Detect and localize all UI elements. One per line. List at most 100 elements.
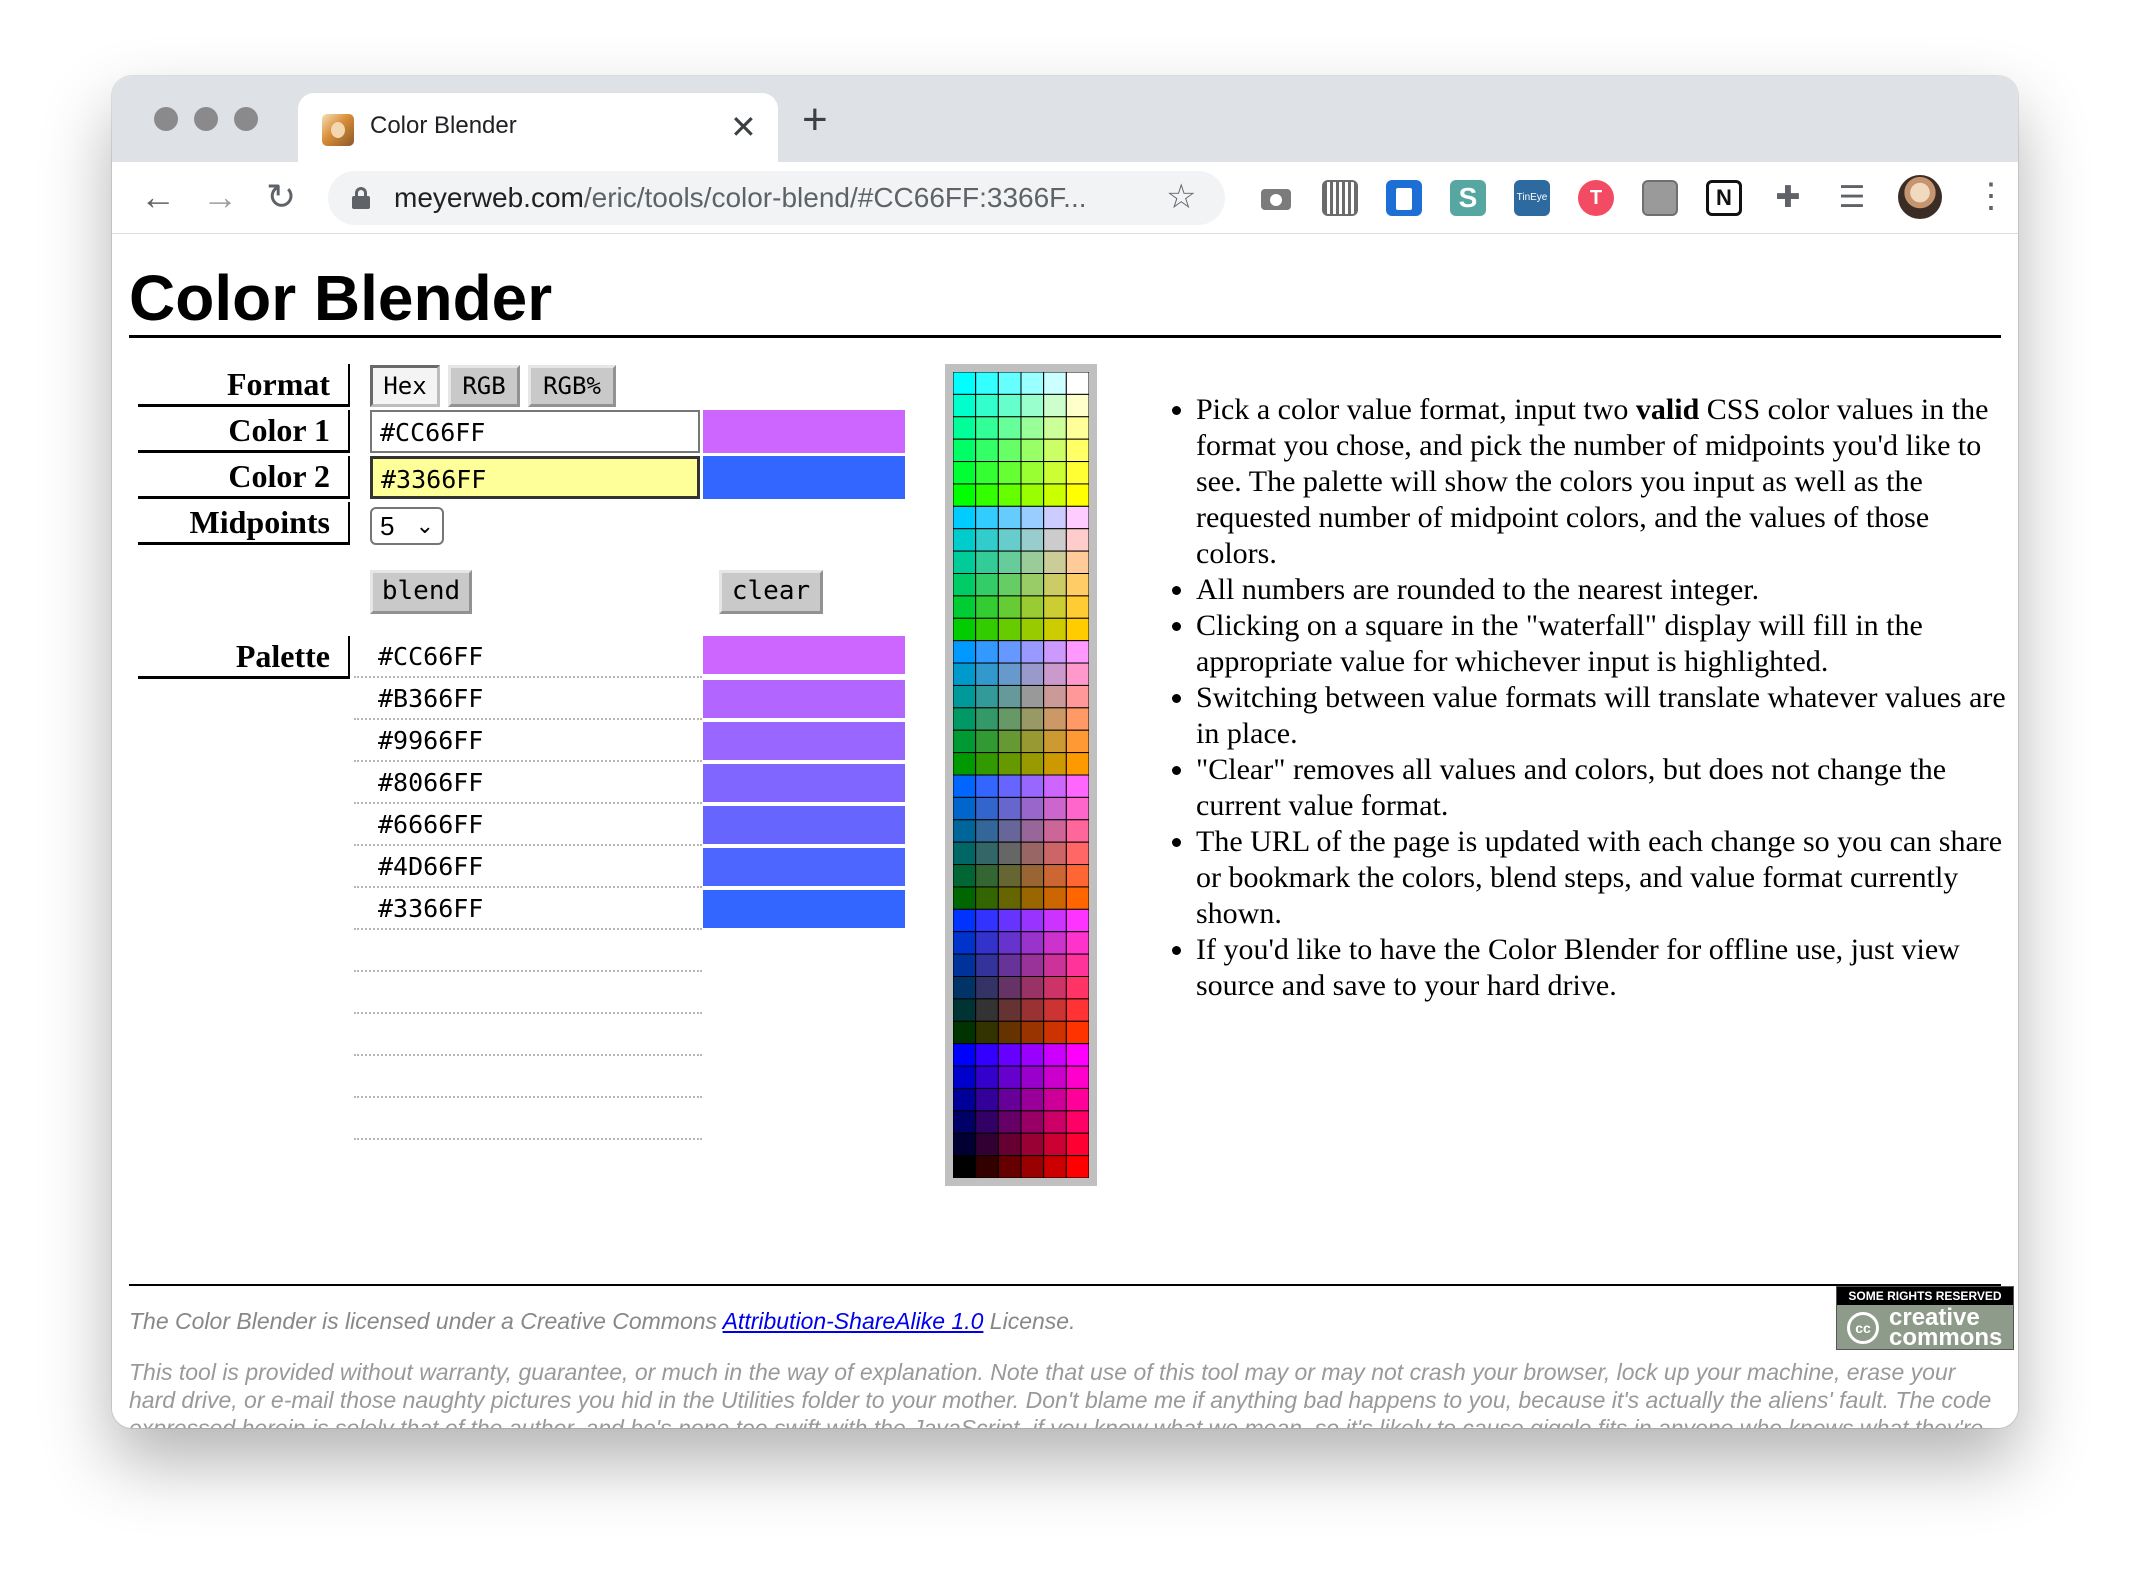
waterfall-swatch[interactable] — [1043, 819, 1067, 843]
waterfall-swatch[interactable] — [1020, 505, 1045, 530]
waterfall-swatch[interactable] — [1065, 931, 1089, 955]
waterfall-swatch[interactable] — [997, 1132, 1022, 1157]
waterfall-swatch[interactable] — [1020, 774, 1045, 798]
waterfall-swatch[interactable] — [1043, 1155, 1067, 1178]
waterfall-grid[interactable] — [953, 372, 1089, 1178]
waterfall-swatch[interactable] — [1065, 1132, 1089, 1157]
waterfall-swatch[interactable] — [1065, 550, 1089, 574]
waterfall-swatch[interactable] — [953, 1087, 977, 1112]
waterfall-swatch[interactable] — [1065, 1020, 1089, 1045]
clear-button[interactable]: clear — [719, 570, 823, 614]
waterfall-swatch[interactable] — [1065, 528, 1089, 552]
waterfall-swatch[interactable] — [1043, 684, 1067, 709]
waterfall-swatch[interactable] — [975, 752, 999, 776]
waterfall-swatch[interactable] — [953, 684, 977, 709]
menu-dots-icon[interactable]: ⋮ — [1974, 174, 2008, 218]
waterfall-swatch[interactable] — [997, 729, 1022, 754]
waterfall-swatch[interactable] — [1020, 976, 1045, 1000]
waterfall-swatch[interactable] — [1020, 998, 1045, 1022]
waterfall-swatch[interactable] — [1043, 864, 1067, 888]
waterfall-swatch[interactable] — [1043, 953, 1067, 977]
waterfall-swatch[interactable] — [975, 438, 999, 463]
waterfall-swatch[interactable] — [1043, 1020, 1067, 1045]
waterfall-swatch[interactable] — [997, 662, 1022, 686]
waterfall-swatch[interactable] — [975, 393, 999, 418]
notion-icon[interactable]: N — [1706, 180, 1742, 216]
waterfall-swatch[interactable] — [1020, 573, 1045, 597]
waterfall-swatch[interactable] — [997, 931, 1022, 955]
waterfall-swatch[interactable] — [1065, 1043, 1089, 1067]
s-extension-icon[interactable]: S — [1450, 180, 1486, 216]
waterfall-swatch[interactable] — [975, 1020, 999, 1045]
media-queue-icon[interactable]: ☰ — [1834, 180, 1870, 216]
waterfall-swatch[interactable] — [975, 1087, 999, 1112]
blend-button[interactable]: blend — [370, 570, 472, 614]
waterfall-swatch[interactable] — [997, 595, 1022, 619]
waterfall-swatch[interactable] — [1020, 953, 1045, 977]
creative-commons-badge[interactable]: SOME RIGHTS RESERVED cc creative commons — [1836, 1286, 2014, 1350]
waterfall-swatch[interactable] — [1065, 505, 1089, 530]
waterfall-swatch[interactable] — [1020, 1155, 1045, 1178]
tab-color-blender[interactable]: Color Blender ✕ — [298, 93, 778, 163]
waterfall-swatch[interactable] — [1043, 1065, 1067, 1089]
url-text[interactable]: meyerweb.com/eric/tools/color-blend/#CC6… — [394, 182, 1087, 214]
waterfall-swatch[interactable] — [1020, 662, 1045, 686]
waterfall-swatch[interactable] — [1043, 393, 1067, 418]
waterfall-swatch[interactable] — [1043, 1132, 1067, 1157]
tineye-icon[interactable]: TinEye — [1514, 180, 1550, 216]
waterfall-swatch[interactable] — [997, 908, 1022, 933]
waterfall-swatch[interactable] — [1020, 707, 1045, 731]
reload-button[interactable]: ↻ — [266, 170, 296, 224]
waterfall-swatch[interactable] — [953, 864, 977, 888]
waterfall-swatch[interactable] — [975, 1043, 999, 1067]
waterfall-swatch[interactable] — [997, 1043, 1022, 1067]
waterfall-swatch[interactable] — [953, 372, 977, 395]
waterfall-swatch[interactable] — [997, 953, 1022, 977]
waterfall-swatch[interactable] — [975, 617, 999, 642]
waterfall-swatch[interactable] — [1043, 573, 1067, 597]
waterfall-swatch[interactable] — [1043, 998, 1067, 1022]
waterfall-swatch[interactable] — [1043, 1043, 1067, 1067]
waterfall-swatch[interactable] — [1043, 617, 1067, 642]
trello-icon[interactable] — [1386, 180, 1422, 216]
waterfall-swatch[interactable] — [1065, 617, 1089, 642]
waterfall-swatch[interactable] — [1043, 976, 1067, 1000]
waterfall-swatch[interactable] — [953, 550, 977, 574]
waterfall-swatch[interactable] — [1043, 774, 1067, 798]
waterfall-swatch[interactable] — [953, 1065, 977, 1089]
waterfall-swatch[interactable] — [1065, 707, 1089, 731]
waterfall-swatch[interactable] — [975, 729, 999, 754]
waterfall-swatch[interactable] — [1043, 550, 1067, 574]
waterfall-swatch[interactable] — [1020, 393, 1045, 418]
profile-avatar[interactable] — [1898, 175, 1942, 219]
waterfall-swatch[interactable] — [1065, 662, 1089, 686]
waterfall-swatch[interactable] — [975, 819, 999, 843]
waterfall-swatch[interactable] — [997, 819, 1022, 843]
waterfall-swatch[interactable] — [953, 595, 977, 619]
waterfall-swatch[interactable] — [1065, 1087, 1089, 1112]
new-tab-button[interactable]: + — [802, 96, 828, 144]
waterfall-swatch[interactable] — [1065, 461, 1089, 485]
waterfall-swatch[interactable] — [1020, 819, 1045, 843]
waterfall-swatch[interactable] — [1043, 707, 1067, 731]
waterfall-swatch[interactable] — [1065, 774, 1089, 798]
waterfall-swatch[interactable] — [975, 684, 999, 709]
red-extension-icon[interactable]: T — [1578, 180, 1614, 216]
waterfall-swatch[interactable] — [997, 707, 1022, 731]
color1-input[interactable]: #CC66FF — [370, 410, 700, 453]
waterfall-swatch[interactable] — [975, 1155, 999, 1178]
waterfall-swatch[interactable] — [975, 774, 999, 798]
barcode-icon[interactable] — [1322, 180, 1358, 216]
waterfall-swatch[interactable] — [975, 976, 999, 1000]
color2-input[interactable]: #3366FF — [370, 456, 700, 499]
waterfall-swatch[interactable] — [1020, 416, 1045, 440]
waterfall-swatch[interactable] — [1020, 595, 1045, 619]
waterfall-swatch[interactable] — [997, 752, 1022, 776]
waterfall-swatch[interactable] — [953, 752, 977, 776]
waterfall-swatch[interactable] — [975, 550, 999, 574]
waterfall-swatch[interactable] — [1020, 1020, 1045, 1045]
waterfall-swatch[interactable] — [953, 1020, 977, 1045]
color-waterfall[interactable] — [945, 364, 1097, 1186]
waterfall-swatch[interactable] — [953, 393, 977, 418]
waterfall-swatch[interactable] — [1065, 864, 1089, 888]
